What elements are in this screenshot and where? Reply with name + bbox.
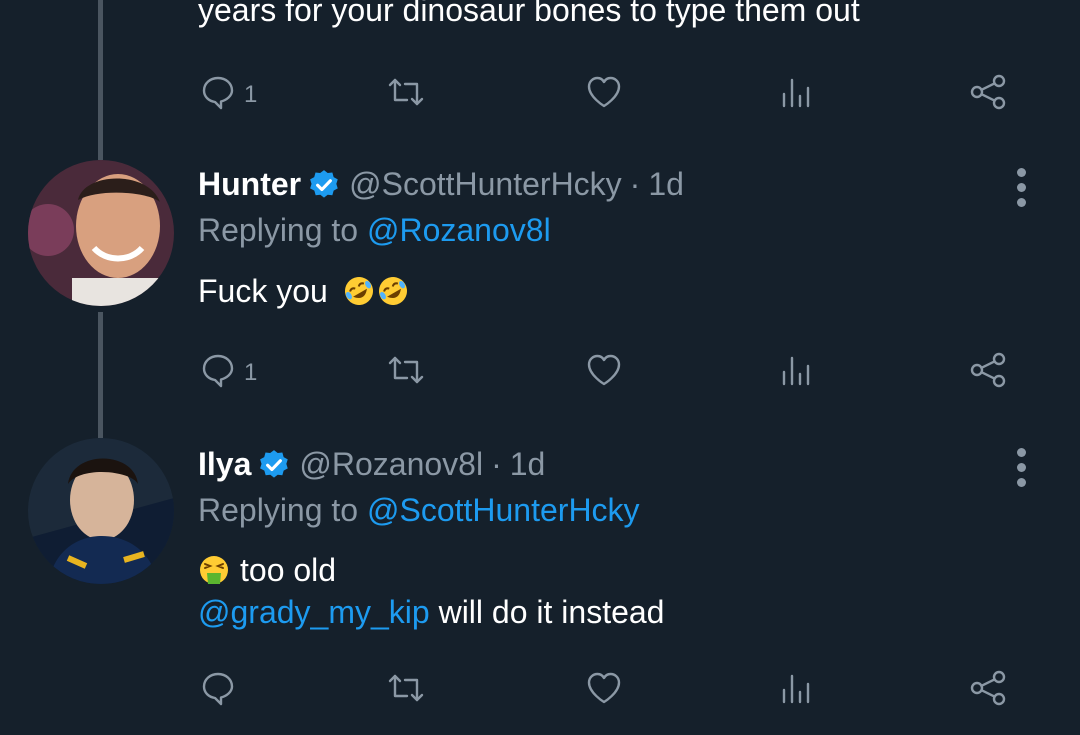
more-options-icon[interactable]	[1014, 448, 1028, 493]
reply-icon	[202, 76, 234, 110]
retweet-button[interactable]	[386, 348, 426, 392]
tweet-header: Hunter @ScottHunterHcky · 1d	[198, 166, 684, 203]
face-vomiting-icon	[200, 556, 228, 584]
avatar[interactable]	[28, 438, 174, 584]
share-button[interactable]	[968, 666, 1008, 710]
avatar[interactable]	[28, 160, 174, 306]
tweet-text-content-2: will do it instead	[429, 594, 665, 630]
display-name[interactable]: Ilya	[198, 446, 251, 483]
timestamp[interactable]: 1d	[648, 166, 684, 203]
mention-link[interactable]: @grady_my_kip	[198, 594, 430, 630]
timestamp[interactable]: 1d	[510, 446, 546, 483]
separator-dot: ·	[629, 166, 641, 202]
thread-line-top	[98, 0, 103, 160]
replying-to: Replying to @ScottHunterHcky	[198, 492, 640, 529]
views-button[interactable]	[776, 666, 816, 710]
tweet-text-partial: years for your dinosaur bones to type th…	[198, 0, 860, 28]
rolling-on-floor-laughing-icon	[344, 277, 373, 305]
reply-button[interactable]: 1	[198, 348, 257, 392]
tweet-text: Fuck you	[198, 270, 409, 312]
like-button[interactable]	[584, 70, 624, 114]
like-icon	[587, 672, 621, 704]
reply-icon	[202, 672, 234, 706]
like-icon	[587, 354, 621, 386]
like-icon	[587, 76, 621, 108]
replying-to-handle[interactable]: @ScottHunterHcky	[367, 492, 640, 528]
views-button[interactable]	[776, 70, 816, 114]
replying-to-handle[interactable]: @Rozanov8l	[367, 212, 551, 248]
more-options-icon[interactable]	[1014, 168, 1028, 213]
replying-prefix: Replying to	[198, 212, 367, 248]
replying-to: Replying to @Rozanov8l	[198, 212, 551, 249]
reply-icon	[202, 354, 234, 388]
verified-badge-icon	[260, 449, 289, 478]
share-icon	[970, 352, 1006, 388]
separator-dot: ·	[491, 446, 502, 482]
retweet-icon	[388, 78, 424, 106]
reply-count: 1	[244, 359, 258, 386]
reply-button[interactable]: 1	[198, 70, 257, 114]
tweet-hunter[interactable]: Hunter @ScottHunterHcky · 1d Replying to…	[0, 160, 1080, 420]
handle[interactable]: @ScottHunterHcky	[349, 166, 622, 203]
verified-badge-icon	[310, 169, 338, 198]
share-button[interactable]	[968, 70, 1008, 114]
action-bar-top: 1	[198, 70, 1018, 114]
action-bar: 1	[198, 348, 1018, 392]
like-button[interactable]	[584, 666, 624, 710]
action-bar	[198, 666, 1018, 710]
tweet-text-line-1: too old	[198, 549, 336, 591]
display-name[interactable]: Hunter	[198, 166, 301, 203]
reply-count: 1	[244, 81, 258, 108]
tweet-header: Ilya @Rozanov8l · 1d	[198, 446, 545, 483]
views-icon	[782, 356, 810, 386]
replying-prefix: Replying to	[198, 492, 367, 528]
reply-button[interactable]	[198, 666, 244, 710]
tweet-ilya[interactable]: Ilya @Rozanov8l · 1d Replying to @ScottH…	[0, 438, 1080, 735]
retweet-button[interactable]	[386, 666, 426, 710]
tweet-text-content: too old	[240, 552, 337, 588]
share-icon	[970, 74, 1006, 110]
handle[interactable]: @Rozanov8l	[299, 446, 483, 483]
tweet-text-line-2: @grady_my_kip will do it instead	[198, 591, 664, 633]
retweet-button[interactable]	[386, 70, 426, 114]
views-icon	[782, 78, 810, 108]
views-icon	[782, 674, 810, 704]
like-button[interactable]	[584, 348, 624, 392]
share-icon	[970, 670, 1006, 706]
views-button[interactable]	[776, 348, 816, 392]
retweet-icon	[388, 356, 424, 384]
share-button[interactable]	[968, 348, 1008, 392]
rolling-on-floor-laughing-icon	[378, 277, 407, 305]
retweet-icon	[388, 674, 424, 702]
tweet-text-content: Fuck you	[198, 273, 328, 309]
